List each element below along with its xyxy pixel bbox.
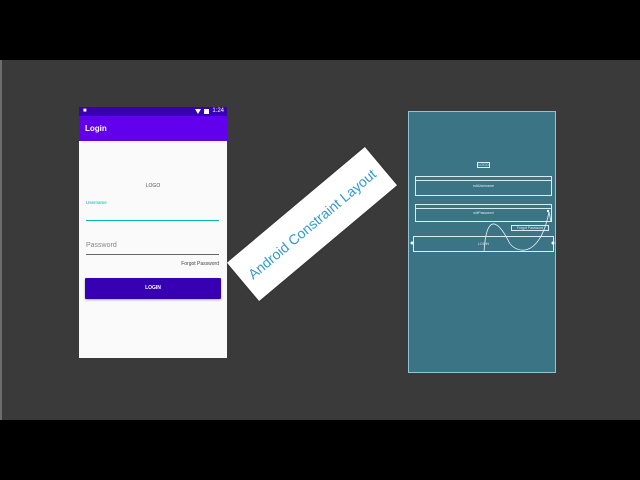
password-placeholder: Password (86, 242, 117, 249)
status-icons: 1:24 (195, 107, 224, 116)
notification-icon: ■ (83, 108, 87, 114)
blueprint-view: LOGO edtUsername edtPassword Forgot Pass… (408, 111, 556, 373)
forgot-password-link[interactable]: Forgot Password (181, 261, 219, 267)
wifi-icon (195, 109, 202, 114)
frame-edge (0, 60, 2, 420)
status-bar: ■ 1:24 (79, 107, 227, 116)
logo-label: LOGO (145, 183, 161, 189)
password-field[interactable]: Password (86, 242, 219, 255)
username-field[interactable]: Username (86, 200, 219, 221)
constraint-line (548, 211, 552, 223)
constraint-arrows (410, 209, 555, 253)
phone-preview: ■ 1:24 Login LOGO Username Password Forg… (79, 107, 227, 358)
app-title: Login (85, 124, 107, 133)
app-bar: Login (79, 116, 227, 141)
login-button[interactable]: LOGIN (85, 278, 221, 299)
constraint-curve (483, 211, 550, 253)
forgot-anchor-handle[interactable] (546, 209, 550, 213)
username-label: Username (86, 200, 107, 205)
status-time: 1:24 (212, 108, 224, 114)
left-anchor-handle[interactable] (410, 241, 414, 245)
battery-icon (204, 109, 210, 114)
right-anchor-handle[interactable] (551, 241, 555, 245)
